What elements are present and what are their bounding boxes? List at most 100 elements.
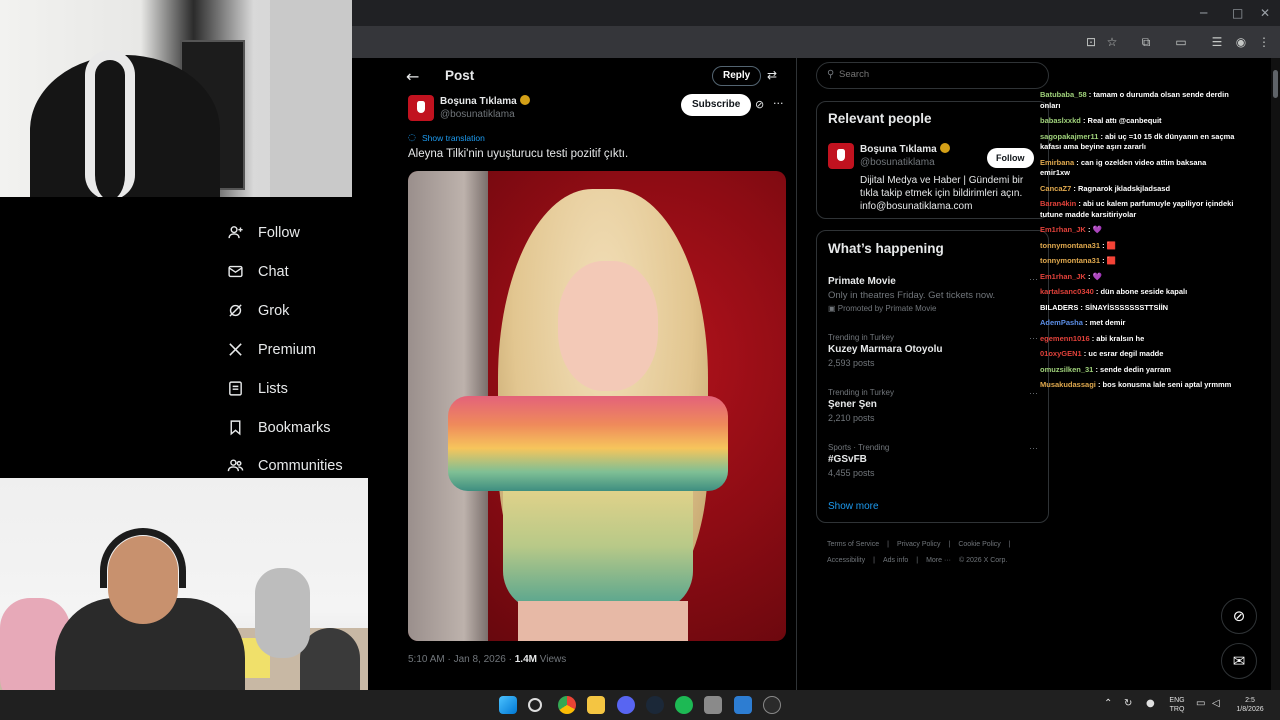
trend-more-icon[interactable]: ···	[1029, 443, 1038, 453]
post-photo[interactable]	[408, 171, 786, 641]
grok-icon[interactable]: ⊘	[755, 98, 764, 111]
close-icon[interactable]: ✕	[1260, 6, 1270, 20]
search-input[interactable]	[839, 69, 1039, 80]
footer-link-accessibility[interactable]: Accessibility	[827, 557, 865, 564]
trend-item[interactable]: Sports · Trending #GSvFB 4,455 posts ···	[828, 443, 1038, 478]
network-icon[interactable]: ▭	[1196, 698, 1205, 709]
steam-icon[interactable]	[646, 696, 664, 714]
trend-more-icon[interactable]: ···	[1029, 388, 1038, 398]
headphones	[85, 50, 135, 197]
search-box[interactable]: ⚲	[816, 62, 1049, 89]
chat-text: 💜	[1092, 271, 1102, 281]
extensions-icon[interactable]: ⧉	[1139, 35, 1153, 49]
views-label: Views	[536, 654, 567, 665]
footer-link-cookie[interactable]: Cookie Policy	[958, 541, 1000, 548]
author-name[interactable]: Boşuna Tıklama	[440, 95, 530, 107]
chat-separator: :	[1085, 271, 1093, 281]
nav-item-premium[interactable]: Premium	[227, 341, 316, 358]
trend-name: #GSvFB	[828, 454, 867, 465]
lang-bottom: TRQ	[1169, 706, 1185, 713]
chrome-icon[interactable]	[558, 696, 576, 714]
chat-message: CancaZ7 : Ragnarok jkladskjladsasd	[1040, 184, 1235, 195]
reply-button[interactable]: Reply	[712, 66, 762, 86]
chat-separator: :	[1076, 199, 1083, 208]
tray-chevron-icon[interactable]: ⌃	[1104, 698, 1112, 709]
relevant-name[interactable]: Boşuna Tıklama	[860, 143, 950, 155]
author-handle[interactable]: @bosunatiklama	[440, 109, 515, 120]
sidebar-icon[interactable]: ▭	[1174, 35, 1188, 49]
subscribe-button[interactable]: Subscribe	[681, 94, 752, 116]
footer-link-privacy[interactable]: Privacy Policy	[897, 541, 941, 548]
post-timestamp: 5:10 AM · Jan 8, 2026 · 1.4M Views	[408, 654, 566, 665]
scrollbar-thumb[interactable]	[1273, 70, 1278, 98]
show-more-link[interactable]: Show more	[828, 501, 879, 512]
author-avatar[interactable]	[408, 95, 434, 121]
nav-label: Grok	[258, 302, 290, 319]
file-explorer-icon[interactable]	[587, 696, 605, 714]
nav-item-bookmarks[interactable]: Bookmarks	[227, 419, 331, 436]
page-scrollbar[interactable]	[1271, 58, 1280, 690]
obs-icon[interactable]	[763, 696, 781, 714]
chat-separator: :	[1071, 183, 1078, 193]
spotify-icon[interactable]	[675, 696, 693, 714]
install-app-icon[interactable]: ⊡	[1084, 35, 1098, 49]
volume-icon[interactable]: ◁	[1212, 698, 1220, 709]
follow-button[interactable]: Follow	[987, 148, 1034, 168]
trend-more-icon[interactable]: ···	[1029, 333, 1038, 343]
maximize-icon[interactable]: □	[1232, 6, 1243, 20]
chat-message: Em1rhan_JK : 💜	[1040, 225, 1235, 236]
clock[interactable]: 2:5 1/8/2026	[1230, 696, 1270, 714]
tray-mic-icon[interactable]: ●	[1146, 698, 1155, 709]
nav-item-grok[interactable]: Grok	[227, 302, 289, 319]
translate-icon: ◌	[408, 133, 416, 143]
chat-separator: :	[1100, 256, 1107, 265]
bookmark-icon	[230, 420, 241, 436]
footer-link-terms[interactable]: Terms of Service	[827, 541, 879, 548]
minimize-icon[interactable]: ─	[1200, 6, 1207, 20]
chat-message: egemenn1016 : abi kralsın he	[1040, 334, 1235, 345]
trend-item[interactable]: Trending in Turkey Kuzey Marmara Otoyolu…	[828, 333, 1038, 368]
trend-more-icon[interactable]: ···	[1029, 274, 1038, 284]
streamer-webcam-bottom	[0, 478, 368, 720]
kebab-menu-icon[interactable]: ⋮	[1257, 35, 1271, 49]
menu-list-icon[interactable]: ☰	[1210, 35, 1224, 49]
star-icon[interactable]: ☆	[1105, 35, 1119, 49]
verified-badge-icon	[939, 143, 950, 153]
trend-item[interactable]: Trending in Turkey Şener Şen 2,210 posts…	[828, 388, 1038, 423]
footer-link-ads-info[interactable]: Ads info	[883, 557, 908, 564]
relevant-handle[interactable]: @bosunatiklama	[860, 157, 935, 168]
chat-text: bos konusma lale seni aptal yrmmm	[1102, 380, 1232, 389]
nav-item-communities[interactable]: Communities	[227, 457, 343, 474]
people-icon	[227, 459, 244, 472]
windows-start-icon[interactable]	[499, 696, 517, 714]
nav-item-lists[interactable]: Lists	[227, 380, 288, 397]
trend-item-promoted[interactable]: Primate Movie Only in theatres Friday. G…	[828, 274, 1038, 313]
app-icon[interactable]	[734, 696, 752, 714]
settings-icon[interactable]	[704, 696, 722, 714]
chat-text: dün abone seside kapalı	[1100, 287, 1188, 296]
input-language[interactable]: ENG TRQ	[1166, 696, 1188, 714]
search-taskbar-icon[interactable]	[528, 698, 542, 712]
nav-label: Lists	[258, 380, 288, 397]
trend-promo: ▣ Promoted by Primate Movie	[828, 304, 1038, 313]
discord-icon[interactable]	[617, 696, 635, 714]
footer-link-more[interactable]: More ···	[926, 557, 951, 564]
messages-fab-icon[interactable]: ✉	[1221, 643, 1257, 679]
post-header: ← Post Reply ⇄	[396, 58, 796, 94]
nav-item-follow[interactable]: Follow	[227, 224, 300, 241]
chat-username: sagopakajmer11	[1040, 131, 1099, 141]
trend-count: 2,593 posts	[828, 358, 875, 368]
show-translation-link[interactable]: Show translation	[422, 133, 485, 143]
more-icon[interactable]: ···	[773, 97, 784, 110]
grok-fab-icon[interactable]: ⊘	[1221, 598, 1257, 634]
footer-separator: |	[873, 557, 875, 564]
relevant-avatar[interactable]	[828, 143, 854, 169]
footer-links: Terms of Service | Privacy Policy | Cookie P…	[827, 537, 1047, 569]
footer-separator: |	[887, 541, 889, 548]
tray-sync-icon[interactable]: ↻	[1124, 698, 1132, 709]
nav-item-chat[interactable]: Chat	[227, 263, 289, 280]
tune-icon[interactable]: ⇄	[767, 68, 777, 82]
post-time[interactable]: 5:10 AM · Jan 8, 2026 ·	[408, 654, 515, 665]
profile-icon[interactable]: ◉	[1234, 35, 1248, 49]
back-arrow-icon[interactable]: ←	[406, 67, 419, 86]
